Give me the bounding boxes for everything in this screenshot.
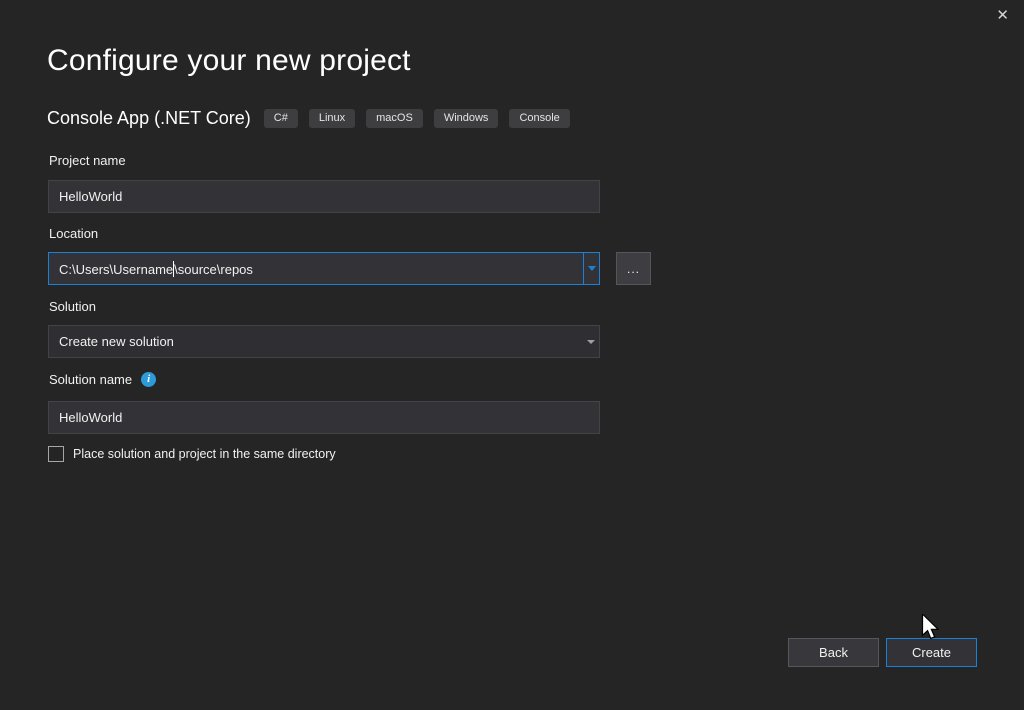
solution-name-value: HelloWorld — [59, 410, 122, 425]
project-type-tags: C# Linux macOS Windows Console — [264, 109, 570, 128]
chevron-down-icon — [588, 266, 596, 271]
page-title: Configure your new project — [47, 44, 411, 78]
solution-label: Solution — [49, 299, 96, 314]
configure-project-dialog: ✕ Configure your new project Console App… — [0, 0, 1024, 710]
mouse-cursor — [921, 614, 939, 641]
solution-dropdown-arrow — [583, 326, 599, 357]
project-name-input[interactable]: HelloWorld — [48, 180, 600, 213]
same-directory-row: Place solution and project in the same d… — [48, 446, 336, 462]
project-type-row: Console App (.NET Core) C# Linux macOS Wind… — [47, 108, 570, 129]
same-directory-checkbox[interactable] — [48, 446, 64, 462]
project-type-tag: macOS — [366, 109, 423, 128]
solution-select[interactable]: Create new solution — [48, 325, 600, 358]
same-directory-label: Place solution and project in the same d… — [73, 447, 336, 461]
close-icon[interactable]: ✕ — [996, 7, 1009, 25]
project-type-tag: Linux — [309, 109, 355, 128]
solution-name-label: Solution name — [49, 372, 132, 387]
create-button[interactable]: Create — [886, 638, 977, 667]
project-type-tag: Console — [509, 109, 569, 128]
location-label: Location — [49, 226, 98, 241]
browse-button[interactable]: ... — [616, 252, 651, 285]
chevron-down-icon — [587, 340, 595, 344]
location-value: C:\Users\Username\source\repos — [49, 261, 583, 277]
solution-name-label-row: Solution name i — [49, 372, 156, 387]
project-name-label: Project name — [49, 153, 126, 168]
location-dropdown-button[interactable] — [583, 253, 599, 284]
solution-name-input[interactable]: HelloWorld — [48, 401, 600, 434]
project-name-value: HelloWorld — [59, 189, 122, 204]
location-value-after-caret: \source\repos — [174, 262, 253, 277]
location-value-before-caret: C:\Users\Username — [59, 262, 173, 277]
back-button[interactable]: Back — [788, 638, 879, 667]
project-type-name: Console App (.NET Core) — [47, 108, 251, 129]
info-icon[interactable]: i — [141, 372, 156, 387]
project-type-tag: C# — [264, 109, 298, 128]
location-input[interactable]: C:\Users\Username\source\repos — [48, 252, 600, 285]
solution-selected-value: Create new solution — [49, 334, 583, 349]
project-type-tag: Windows — [434, 109, 499, 128]
